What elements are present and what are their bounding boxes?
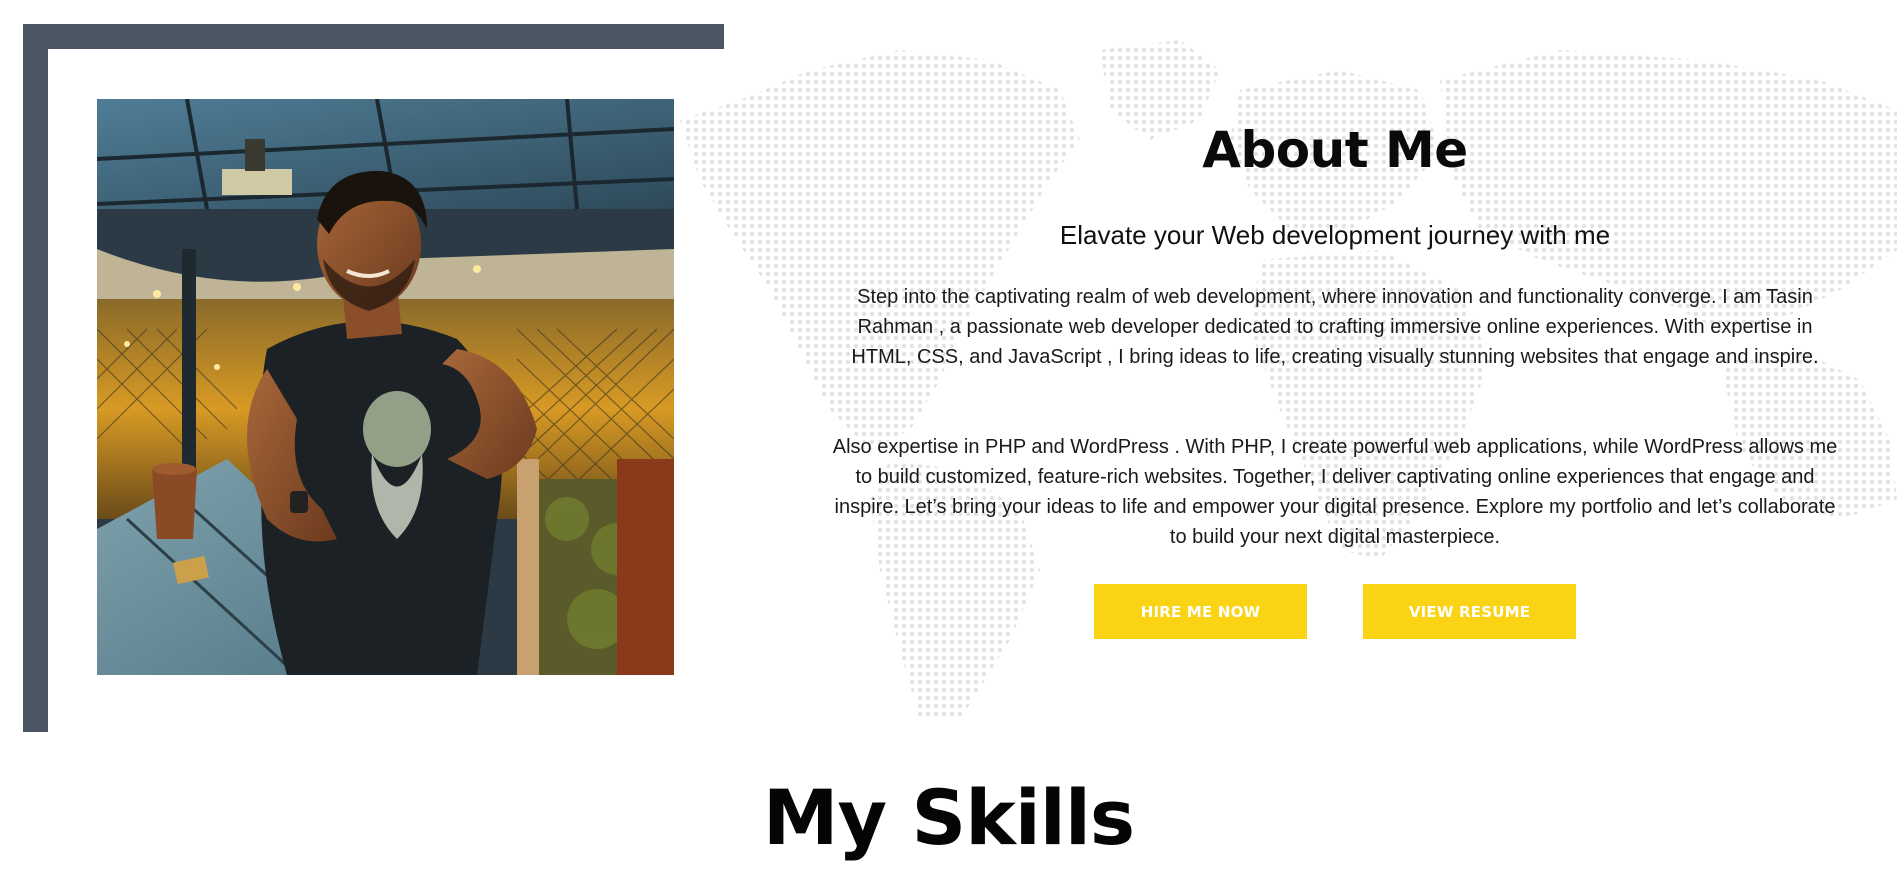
profile-photo [97, 99, 674, 675]
frame-left-bar [23, 24, 48, 732]
about-content: About Me Elavate your Web development jo… [830, 110, 1840, 639]
hire-me-button[interactable]: HIRE ME NOW [1094, 584, 1307, 639]
skills-title: My Skills [762, 773, 1135, 862]
frame-top-bar [23, 24, 724, 49]
about-section: About Me Elavate your Web development jo… [0, 0, 1897, 875]
about-paragraph-2: Also expertise in PHP and WordPress . Wi… [832, 436, 1838, 548]
about-title: About Me [1202, 121, 1468, 179]
about-buttons: HIRE ME NOW VIEW RESUME [830, 584, 1840, 639]
view-resume-button[interactable]: VIEW RESUME [1363, 584, 1576, 639]
about-paragraph-1: Step into the captivating realm of web d… [851, 286, 1819, 368]
about-subtitle: Elavate your Web development journey wit… [1059, 220, 1611, 250]
